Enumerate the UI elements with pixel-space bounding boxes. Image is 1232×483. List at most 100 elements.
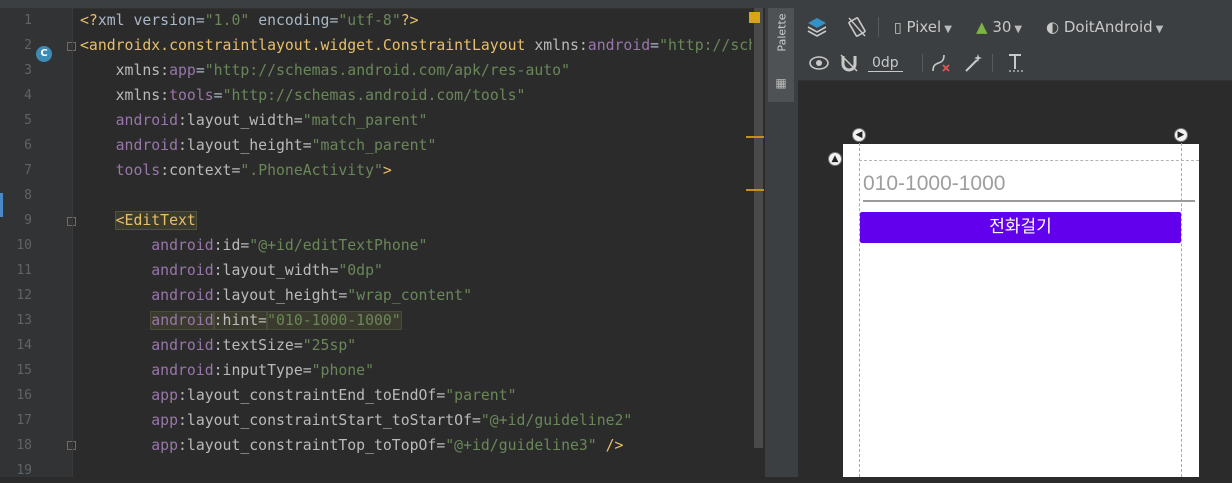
line-number: 15 [16, 363, 32, 378]
chevron-down-icon: ▼ [944, 24, 952, 35]
code-token: = [213, 87, 223, 104]
code-token: android [80, 262, 214, 279]
guideline-horizontal[interactable] [859, 160, 1199, 161]
theme-selector[interactable]: ◐ DoitAndroid ▼ [1046, 15, 1163, 39]
line-number: 13 [16, 313, 32, 328]
code-token: :layout_width= [213, 262, 339, 279]
orientation-rotate-icon[interactable] [846, 15, 868, 39]
code-token: "@+id/editTextPhone" [249, 237, 428, 254]
code-token: "match_parent" [311, 137, 437, 154]
guidelines-icon[interactable] [1004, 51, 1026, 75]
palette-tab[interactable]: Palette ▦ [768, 8, 794, 102]
call-button[interactable]: 전화걸기 [860, 212, 1181, 243]
guideline-handle-icon[interactable]: ◀ [852, 128, 866, 142]
code-line[interactable]: android:layout_width="match_parent" [80, 108, 428, 133]
code-token: "http://schemas.android.com/apk/res-auto… [204, 62, 570, 79]
line-number: 1 [24, 13, 32, 28]
autoconnect-magnet-icon[interactable] [838, 51, 860, 75]
guideline-handle-icon[interactable]: ▶ [1174, 128, 1188, 142]
designer-toolbar-top: ▯ Pixel ▼ ▲ 30 ▼ ◐ DoitAndroid ▼ [798, 8, 1232, 47]
code-token: :textSize= [213, 337, 303, 354]
palette-icon: ▦ [775, 76, 787, 90]
code-token: "@+id/guideline2" [480, 412, 633, 429]
code-line[interactable]: <?xml version="1.0" encoding="utf-8"?> [80, 8, 419, 33]
editor-scrollbar[interactable] [752, 8, 764, 477]
guideline-vertical[interactable] [1181, 128, 1182, 477]
warning-indicator-icon[interactable] [749, 12, 760, 23]
code-token: android [80, 237, 214, 254]
code-token: android [80, 337, 214, 354]
device-label: Pixel [906, 18, 942, 36]
code-token: android [587, 37, 651, 54]
code-token: android [80, 137, 178, 154]
code-token: tools [169, 87, 214, 104]
code-token: :layout_width= [178, 112, 303, 129]
default-margin-selector[interactable]: 0dp [868, 51, 903, 75]
code-line[interactable]: android:textSize="25sp" [80, 333, 356, 358]
code-token: android [80, 112, 178, 129]
phone-hint-text[interactable]: 010-1000-1000 [863, 172, 1005, 196]
code-line[interactable]: android:layout_height="match_parent" [80, 133, 437, 158]
device-preview[interactable]: ◀ ▶ ▲ 010-1000-1000 전화걸기 [828, 128, 1199, 477]
line-number-gutter: 1 2 3 4 5 6 7 8 9 10 11 12 13 14 15 16 17 18 19 C [0, 8, 76, 478]
toolbar-separator [992, 54, 993, 72]
scroll-marker[interactable] [746, 189, 764, 191]
line-number: 9 [24, 213, 32, 228]
android-icon: ▲ [976, 18, 988, 36]
code-token: > [382, 162, 392, 179]
code-token: "25sp" [302, 337, 357, 354]
default-margin-value: 0dp [868, 55, 903, 72]
chevron-down-icon: ▼ [1155, 24, 1164, 35]
guideline-handle-icon[interactable]: ▲ [828, 152, 842, 166]
clear-constraints-icon[interactable] [930, 51, 952, 75]
line-number: 12 [16, 288, 32, 303]
line-number: 11 [16, 263, 32, 278]
code-line[interactable]: tools:context=".PhoneActivity"> [80, 158, 392, 183]
line-number: 8 [24, 188, 32, 203]
design-surface-layers-icon[interactable] [806, 15, 828, 39]
code-line[interactable]: <EditText [80, 208, 197, 233]
code-line[interactable]: android:hint="010-1000-1000" [80, 308, 402, 333]
layout-designer: ▯ Pixel ▼ ▲ 30 ▼ ◐ DoitAndroid ▼ 0dp ◀ ▶… [798, 8, 1232, 477]
code-token: :inputType= [213, 362, 312, 379]
code-token: android [150, 311, 215, 330]
infer-constraints-wand-icon[interactable] [962, 51, 984, 75]
code-line[interactable]: android:layout_width="0dp" [80, 258, 383, 283]
code-token: :layout_constraintStart_toStartOf= [178, 412, 481, 429]
code-token: ".PhoneActivity" [240, 162, 383, 179]
code-token: :hint= [212, 311, 269, 330]
gutter-change-marker [0, 193, 3, 217]
code-line[interactable]: android:layout_height="wrap_content" [80, 283, 472, 308]
code-token: "http://schemas.android.com/tools" [222, 87, 526, 104]
scroll-marker[interactable] [746, 136, 764, 138]
scrollbar-thumb[interactable] [754, 8, 763, 448]
code-token: :layout_height= [178, 137, 312, 154]
line-number: 17 [16, 413, 32, 428]
code-token: "phone" [311, 362, 374, 379]
code-line[interactable]: <androidx.constraintlayout.widget.Constr… [80, 33, 752, 58]
line-number: 5 [24, 113, 32, 128]
code-token: "utf-8" [338, 12, 401, 29]
code-token: :layout_constraintTop_toTopOf= [178, 437, 446, 454]
code-line[interactable]: android:inputType="phone" [80, 358, 374, 383]
code-line[interactable]: app:layout_constraintStart_toStartOf="@+… [80, 408, 632, 433]
api-level-label: 30 [992, 18, 1012, 36]
designer-toolbar-bottom: 0dp [798, 46, 1232, 81]
code-line[interactable]: xmlns:app="http://schemas.android.com/ap… [80, 58, 570, 83]
code-line[interactable]: app:layout_constraintTop_toTopOf="@+id/g… [80, 433, 623, 458]
chevron-down-icon: ▼ [1014, 24, 1023, 35]
device-selector[interactable]: ▯ Pixel ▼ [894, 15, 952, 39]
api-level-selector[interactable]: ▲ 30 ▼ [976, 15, 1022, 39]
code-token: encoding= [249, 12, 339, 29]
class-marker-icon[interactable]: C [36, 46, 52, 62]
code-editor[interactable]: <?xml version="1.0" encoding="utf-8"?> <a… [80, 8, 752, 477]
code-token: = [650, 37, 660, 54]
code-line[interactable]: app:layout_constraintEnd_toEndOf="parent… [80, 383, 517, 408]
code-token: "parent" [445, 387, 517, 404]
code-line[interactable]: android:id="@+id/editTextPhone" [80, 233, 427, 258]
guideline-vertical[interactable] [859, 128, 860, 477]
view-options-eye-icon[interactable] [808, 51, 830, 75]
code-line[interactable]: xmlns:tools="http://schemas.android.com/… [80, 83, 526, 108]
code-token: app [80, 437, 178, 454]
